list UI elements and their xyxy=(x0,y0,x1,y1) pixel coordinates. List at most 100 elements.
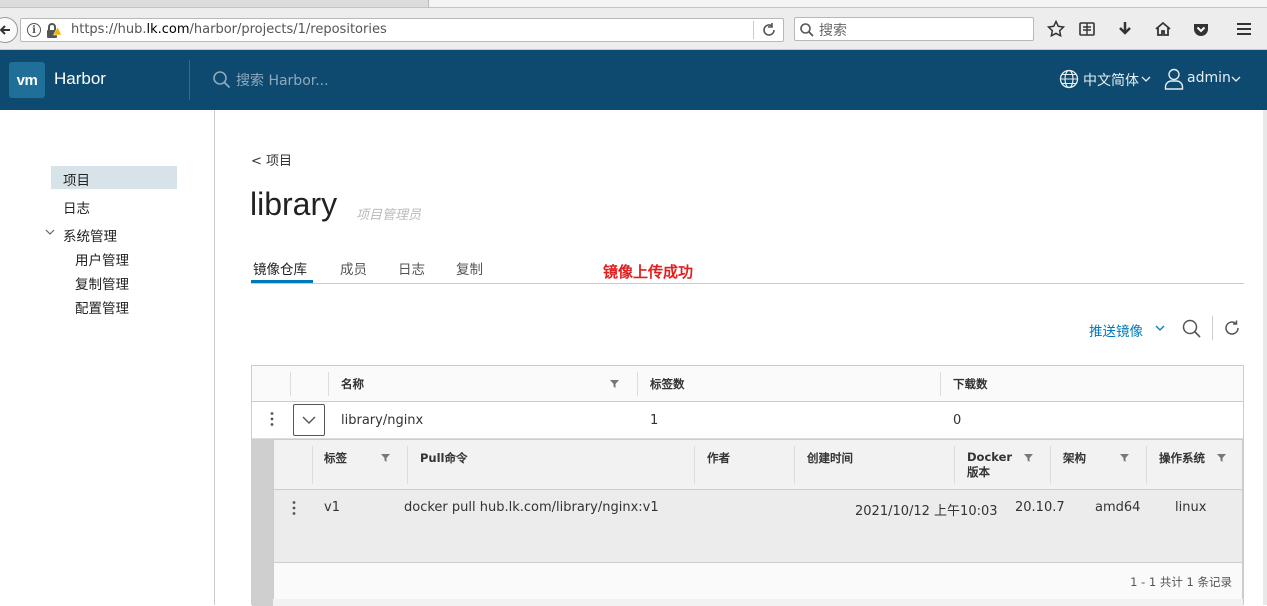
more-actions-icon[interactable] xyxy=(266,411,278,427)
language-selector[interactable]: 中文简体 xyxy=(1083,70,1139,90)
column-header-docker[interactable]: Docker xyxy=(967,450,1012,464)
url-host: lk.com xyxy=(146,22,190,37)
browser-toolbar: i https://hub.lk.com/harbor/projects/1/r… xyxy=(0,0,1267,50)
filter-icon[interactable] xyxy=(1024,453,1033,462)
download-count: 0 xyxy=(953,413,962,428)
chevron-down-icon[interactable] xyxy=(1155,324,1165,332)
global-search-input[interactable]: 搜索 Harbor... xyxy=(236,70,329,90)
reload-icon[interactable] xyxy=(761,22,777,38)
repository-table: 名称 标签数 下载数 library/nginx 1 0 标签 Pull命令 作… xyxy=(251,365,1244,606)
download-icon[interactable] xyxy=(1115,19,1135,39)
sidebar-item-configuration[interactable]: 配置管理 xyxy=(75,297,129,317)
column-header-os[interactable]: 操作系统 xyxy=(1159,450,1205,466)
info-icon[interactable]: i xyxy=(27,23,41,37)
browser-search-placeholder: 搜索 xyxy=(819,23,847,39)
bookmark-star-icon[interactable] xyxy=(1046,19,1066,39)
tabs-divider xyxy=(251,283,1244,284)
refresh-icon[interactable] xyxy=(1223,319,1241,337)
annotation-text: 镜像上传成功 xyxy=(603,263,694,281)
user-icon[interactable] xyxy=(1164,68,1184,90)
toolbar-separator xyxy=(1212,316,1213,340)
breadcrumb[interactable]: < 项目 xyxy=(251,150,292,169)
app-header: vm Harbor 搜索 Harbor... 中文简体 admin xyxy=(0,50,1267,110)
header-divider xyxy=(189,60,190,100)
sidebar-item-administration[interactable]: 系统管理 xyxy=(63,225,117,245)
column-separator xyxy=(794,446,795,484)
column-separator xyxy=(312,446,313,484)
column-header-created[interactable]: 创建时间 xyxy=(807,450,853,466)
table-footer: 1 - 1 共计 1 条记录 xyxy=(274,563,1242,599)
column-separator xyxy=(954,446,955,484)
url-separator xyxy=(753,21,754,39)
browser-tab[interactable] xyxy=(428,0,1267,8)
column-separator xyxy=(328,372,329,396)
search-icon xyxy=(800,23,814,37)
tab-logs[interactable]: 日志 xyxy=(398,258,425,278)
tags-table: 标签 Pull命令 作者 创建时间 Docker 版本 架构 操作系统 v1 d… xyxy=(273,439,1243,599)
column-header-author[interactable]: 作者 xyxy=(707,450,730,466)
filter-icon[interactable] xyxy=(610,379,619,388)
role-label: 项目管理员 xyxy=(356,208,422,223)
table-row[interactable]: library/nginx 1 0 xyxy=(252,402,1243,439)
search-icon[interactable] xyxy=(212,70,232,90)
tab-repositories[interactable]: 镜像仓库 xyxy=(253,258,307,278)
url-bar[interactable]: i https://hub.lk.com/harbor/projects/1/r… xyxy=(20,18,784,42)
expanded-row-detail: 标签 Pull命令 作者 创建时间 Docker 版本 架构 操作系统 v1 d… xyxy=(252,439,1243,606)
docker-version: 20.10.7 xyxy=(1015,500,1065,515)
globe-icon[interactable] xyxy=(1059,69,1079,89)
architecture: amd64 xyxy=(1095,500,1141,515)
column-header-name[interactable]: 名称 xyxy=(341,376,364,392)
chevron-down-icon[interactable] xyxy=(1141,75,1151,83)
column-header-tag[interactable]: 标签 xyxy=(324,450,347,466)
brand-name[interactable]: Harbor xyxy=(54,69,106,89)
column-separator xyxy=(694,446,695,484)
filter-icon[interactable] xyxy=(1120,453,1129,462)
column-separator xyxy=(940,372,941,396)
scrollbar[interactable] xyxy=(1263,110,1267,605)
table-header: 名称 标签数 下载数 xyxy=(252,366,1243,402)
sidebar-item-projects[interactable]: 项目 xyxy=(51,166,177,189)
column-header-downloads[interactable]: 下载数 xyxy=(953,376,988,392)
push-image-button[interactable]: 推送镜像 xyxy=(1089,320,1143,340)
page-title: library xyxy=(250,186,338,222)
user-menu[interactable]: admin xyxy=(1187,70,1231,86)
pull-command[interactable]: docker pull hub.lk.com/library/nginx:v1 xyxy=(404,500,659,515)
column-header-tags[interactable]: 标签数 xyxy=(650,376,685,392)
browser-search-input[interactable]: 搜索 xyxy=(794,17,1034,41)
chevron-down-icon[interactable] xyxy=(1231,75,1241,83)
home-icon[interactable] xyxy=(1153,19,1173,39)
chevron-down-icon[interactable] xyxy=(45,228,55,236)
insecure-lock-icon[interactable] xyxy=(46,23,64,39)
sidebar-item-logs[interactable]: 日志 xyxy=(63,197,90,217)
tag-row[interactable]: v1 docker pull hub.lk.com/library/nginx:… xyxy=(274,490,1242,563)
reading-list-icon[interactable] xyxy=(1077,19,1097,39)
sidebar: 项目 日志 系统管理 用户管理 复制管理 配置管理 xyxy=(0,110,215,605)
url-text[interactable]: https://hub.lk.com/harbor/projects/1/rep… xyxy=(71,22,387,37)
column-separator xyxy=(290,372,291,396)
tag-created-time: 2021/10/12 上午10:03 xyxy=(855,504,998,519)
vm-logo[interactable]: vm xyxy=(9,62,45,98)
pocket-icon[interactable] xyxy=(1191,19,1211,39)
sidebar-item-replications[interactable]: 复制管理 xyxy=(75,273,129,293)
column-separator xyxy=(1050,446,1051,484)
column-header-architecture[interactable]: 架构 xyxy=(1063,450,1086,466)
detail-indent-bar xyxy=(252,439,273,606)
tab-replication[interactable]: 复制 xyxy=(456,258,483,278)
search-icon[interactable] xyxy=(1182,319,1202,339)
back-button[interactable] xyxy=(0,17,18,43)
pagination-summary: 1 - 1 共计 1 条记录 xyxy=(1130,575,1232,589)
url-path: /harbor/projects/1/repositories xyxy=(189,22,387,37)
repository-name-link[interactable]: library/nginx xyxy=(341,413,423,428)
chevron-down-icon xyxy=(302,416,316,424)
tag-count: 1 xyxy=(650,413,659,428)
filter-icon[interactable] xyxy=(1217,453,1226,462)
tag-name: v1 xyxy=(324,500,340,515)
tab-members[interactable]: 成员 xyxy=(340,258,367,278)
column-header-pull-command[interactable]: Pull命令 xyxy=(420,450,468,466)
column-header-docker-version[interactable]: 版本 xyxy=(967,464,990,480)
sidebar-item-users[interactable]: 用户管理 xyxy=(75,249,129,269)
more-actions-icon[interactable] xyxy=(288,500,300,516)
filter-icon[interactable] xyxy=(381,453,390,462)
menu-icon[interactable] xyxy=(1234,19,1254,39)
expand-row-button[interactable] xyxy=(293,404,325,436)
